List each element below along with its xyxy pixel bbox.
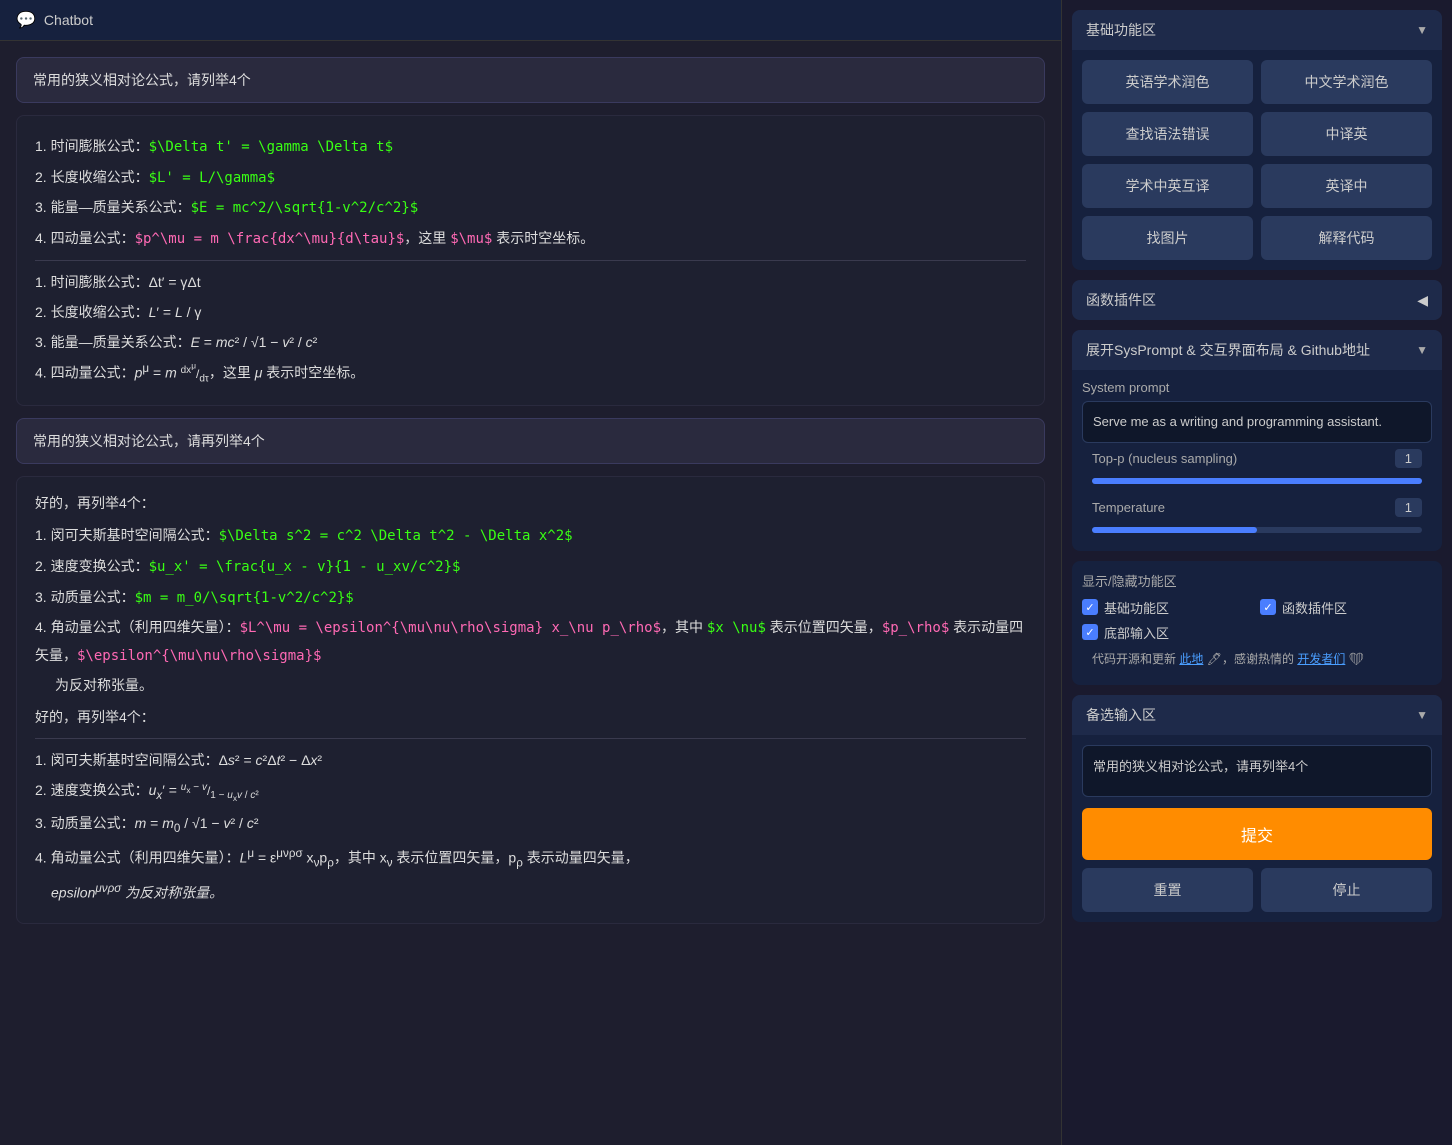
backup-section-header[interactable]: 备选输入区 ▼	[1072, 695, 1442, 735]
formula2-rendered-1: 1. 闵可夫斯基时空间隔公式：Δs² = c²Δt² − Δx²	[35, 747, 1026, 774]
system-prompt-label: System prompt	[1082, 380, 1432, 395]
formula-raw-4: 4. 四动量公式：$p^\mu = m \frac{dx^\mu}{d\tau}…	[35, 225, 1026, 253]
sysprompt-section: 展开SysPrompt & 交互界面布局 & Github地址 ▼ System…	[1072, 330, 1442, 551]
display-body: 显示/隐藏功能区 ✓ 基础功能区 ✓ 函数插件区 ✓ 底部输入区 代码开源和更新…	[1072, 561, 1442, 685]
basic-functions-body: 英语学术润色 中文学术润色 查找语法错误 中译英 学术中英互译 英译中 找图片 …	[1072, 50, 1442, 270]
top-p-row: Top-p (nucleus sampling) 1	[1082, 443, 1432, 474]
top-p-slider-container	[1082, 474, 1432, 492]
temperature-slider-fill	[1092, 527, 1257, 533]
formula-rendered-1: 1. 时间膨胀公式：Δt′ = γΔt	[35, 269, 1026, 296]
sysprompt-header[interactable]: 展开SysPrompt & 交互界面布局 & Github地址 ▼	[1072, 330, 1442, 370]
checkbox-bottom-input: ✓ 底部输入区	[1082, 623, 1254, 642]
header-title: Chatbot	[44, 12, 93, 28]
sysprompt-arrow: ▼	[1416, 343, 1428, 357]
btn-zh-to-en[interactable]: 中译英	[1261, 112, 1432, 156]
user-message-1: 常用的狭义相对论公式，请列举4个	[16, 57, 1045, 103]
checkbox-bottom-label: 底部输入区	[1104, 623, 1169, 642]
temperature-value: 1	[1395, 498, 1422, 517]
btn-en-to-zh[interactable]: 英译中	[1261, 164, 1432, 208]
top-p-slider-fill	[1092, 478, 1422, 484]
right-panel: 基础功能区 ▼ 英语学术润色 中文学术润色 查找语法错误 中译英 学术中英互译 …	[1062, 0, 1452, 1145]
checkbox-basic-label: 基础功能区	[1104, 598, 1169, 617]
assistant-intro: 好的，再列举4个：	[35, 491, 1026, 516]
header-bar: 💬 Chatbot	[0, 0, 1061, 41]
formula2-raw-3: 3. 动质量公式：$m = m_0/\sqrt{1-v^2/c^2}$	[35, 584, 1026, 612]
temperature-row: Temperature 1	[1082, 492, 1432, 523]
bottom-buttons: 重置 停止	[1082, 868, 1432, 912]
chat-area[interactable]: 常用的狭义相对论公式，请列举4个 1. 时间膨胀公式：$\Delta t' = …	[0, 41, 1061, 1145]
formula2-raw-1: 1. 闵可夫斯基时空间隔公式：$\Delta s^2 = c^2 \Delta …	[35, 522, 1026, 550]
stop-button[interactable]: 停止	[1261, 868, 1432, 912]
btn-find-image[interactable]: 找图片	[1082, 216, 1253, 260]
formula-rendered-2: 2. 长度收缩公式：L′ = L / γ	[35, 299, 1026, 326]
basic-functions-section: 基础功能区 ▼ 英语学术润色 中文学术润色 查找语法错误 中译英 学术中英互译 …	[1072, 10, 1442, 270]
user-message-2: 常用的狭义相对论公式，请再列举4个	[16, 418, 1045, 464]
formula2-rendered-4: 4. 角动量公式（利用四维矢量）：Lμ = εμνρσ xνpρ，其中 xν 表…	[35, 843, 1026, 875]
temperature-label: Temperature	[1092, 500, 1165, 515]
checkbox-plugin: ✓ 函数插件区	[1260, 598, 1432, 617]
formula-raw-3: 3. 能量—质量关系公式：$E = mc^2/\sqrt{1-v^2/c^2}$	[35, 194, 1026, 222]
system-prompt-box[interactable]: Serve me as a writing and programming as…	[1082, 401, 1432, 443]
top-p-value: 1	[1395, 449, 1422, 468]
temperature-slider-track[interactable]	[1092, 527, 1422, 533]
checkbox-plugin-label: 函数插件区	[1282, 598, 1347, 617]
btn-english-polish[interactable]: 英语学术润色	[1082, 60, 1253, 104]
backup-body: 常用的狭义相对论公式，请再列举4个 提交 重置 停止	[1072, 735, 1442, 922]
source-link[interactable]: 此地	[1179, 652, 1203, 666]
checkbox-plugin-icon[interactable]: ✓	[1260, 599, 1276, 615]
link-row: 代码开源和更新 此地 🖊，感谢热情的 开发者们 ❤	[1082, 642, 1432, 675]
backup-input-field[interactable]: 常用的狭义相对论公式，请再列举4个	[1082, 745, 1432, 797]
btn-academic-translate[interactable]: 学术中英互译	[1082, 164, 1253, 208]
top-p-slider-track[interactable]	[1092, 478, 1422, 484]
formula2-raw-2: 2. 速度变换公式：$u_x' = \frac{u_x - v}{1 - u_x…	[35, 553, 1026, 581]
formula-raw-1: 1. 时间膨胀公式：$\Delta t' = \gamma \Delta t$	[35, 133, 1026, 161]
basic-functions-arrow: ▼	[1416, 23, 1428, 37]
left-panel: 💬 Chatbot 常用的狭义相对论公式，请列举4个 1. 时间膨胀公式：$\D…	[0, 0, 1062, 1145]
formula-raw-2: 2. 长度收缩公式：$L' = L/\gamma$	[35, 164, 1026, 192]
plugin-section: 函数插件区 ◀	[1072, 280, 1442, 320]
formula2-rendered-2: 2. 速度变换公式：ux′ = ux − v/1 − uxv / c²	[35, 777, 1026, 807]
checkbox-basic: ✓ 基础功能区	[1082, 598, 1254, 617]
btn-find-grammar[interactable]: 查找语法错误	[1082, 112, 1253, 156]
submit-button[interactable]: 提交	[1082, 808, 1432, 860]
assistant-message-2: 好的，再列举4个： 1. 闵可夫斯基时空间隔公式：$\Delta s^2 = c…	[16, 476, 1045, 924]
assistant-message-1: 1. 时间膨胀公式：$\Delta t' = \gamma \Delta t$ …	[16, 115, 1045, 406]
formula2-raw-4: 4. 角动量公式（利用四维矢量）：$L^\mu = \epsilon^{\mu\…	[35, 614, 1026, 669]
basic-functions-header[interactable]: 基础功能区 ▼	[1072, 10, 1442, 50]
btn-explain-code[interactable]: 解释代码	[1261, 216, 1432, 260]
plugin-section-header[interactable]: 函数插件区 ◀	[1072, 280, 1442, 320]
btn-chinese-polish[interactable]: 中文学术润色	[1261, 60, 1432, 104]
display-section: 显示/隐藏功能区 ✓ 基础功能区 ✓ 函数插件区 ✓ 底部输入区 代码开源和更新…	[1072, 561, 1442, 685]
formula-rendered-3: 3. 能量—质量关系公式：E = mc² / √1 − v² / c²	[35, 329, 1026, 356]
backup-arrow: ▼	[1416, 708, 1428, 722]
temperature-slider-container	[1082, 523, 1432, 541]
button-grid: 英语学术润色 中文学术润色 查找语法错误 中译英 学术中英互译 英译中 找图片 …	[1082, 60, 1432, 260]
reset-button[interactable]: 重置	[1082, 868, 1253, 912]
checkbox-basic-icon[interactable]: ✓	[1082, 599, 1098, 615]
checkbox-bottom-icon[interactable]: ✓	[1082, 624, 1098, 640]
display-title: 显示/隐藏功能区	[1082, 571, 1432, 590]
backup-input-section: 备选输入区 ▼ 常用的狭义相对论公式，请再列举4个 提交 重置 停止	[1072, 695, 1442, 922]
devs-link[interactable]: 开发者们	[1297, 652, 1345, 666]
plugin-arrow: ◀	[1417, 292, 1428, 309]
formula-rendered-4: 4. 四动量公式：pμ = m dxμ/dτ，这里 μ 表示时空坐标。	[35, 358, 1026, 388]
formula2-rendered-3: 3. 动质量公式：m = m0 / √1 − v² / c²	[35, 810, 1026, 840]
checkbox-grid: ✓ 基础功能区 ✓ 函数插件区 ✓ 底部输入区	[1082, 598, 1432, 642]
system-prompt-body: System prompt Serve me as a writing and …	[1072, 370, 1442, 551]
chat-icon: 💬	[16, 10, 36, 30]
top-p-label: Top-p (nucleus sampling)	[1092, 451, 1237, 466]
